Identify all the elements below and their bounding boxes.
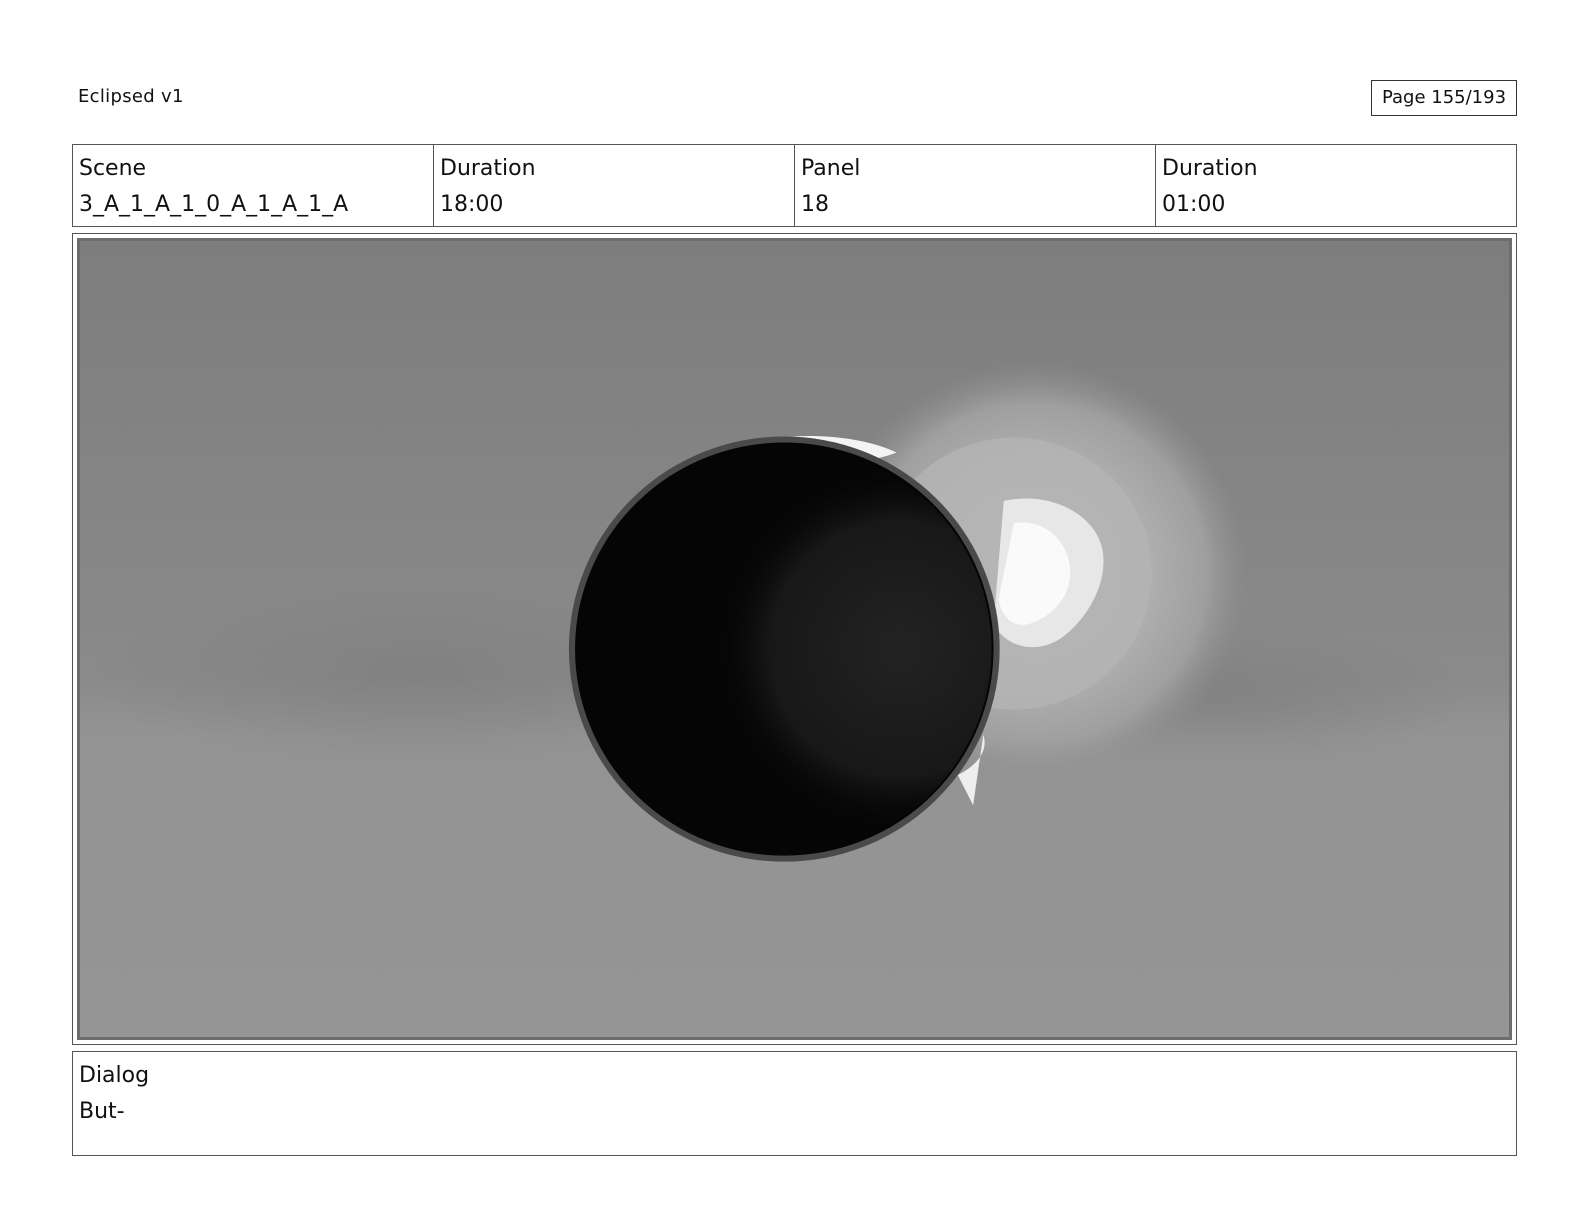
scene-duration-label: Duration (440, 156, 536, 181)
moon-shading (577, 444, 992, 854)
panel-cell: Panel 18 (795, 145, 1156, 226)
dialog-label: Dialog (79, 1063, 150, 1088)
dialog-text: But- (79, 1099, 125, 1124)
panel-duration-value: 01:00 (1162, 192, 1226, 217)
dialog-box: Dialog But- (72, 1051, 1517, 1156)
panel-duration-cell: Duration 01:00 (1156, 145, 1516, 226)
eclipse-sketch-illustration (80, 241, 1509, 1037)
scene-cell: Scene 3_A_1_A_1_0_A_1_A_1_A (73, 145, 434, 226)
scene-value: 3_A_1_A_1_0_A_1_A_1_A (79, 192, 349, 217)
panel-value: 18 (801, 192, 829, 217)
document-title: Eclipsed v1 (78, 86, 184, 107)
page-indicator: Page 155/193 (1371, 80, 1517, 116)
scene-duration-cell: Duration 18:00 (434, 145, 795, 226)
scene-duration-value: 18:00 (440, 192, 504, 217)
panel-label: Panel (801, 156, 861, 181)
storyboard-panel-frame (72, 233, 1517, 1045)
scene-label: Scene (79, 156, 147, 181)
scene-info-table: Scene 3_A_1_A_1_0_A_1_A_1_A Duration 18:… (72, 144, 1517, 227)
panel-duration-label: Duration (1162, 156, 1258, 181)
storyboard-panel-image (77, 238, 1512, 1040)
